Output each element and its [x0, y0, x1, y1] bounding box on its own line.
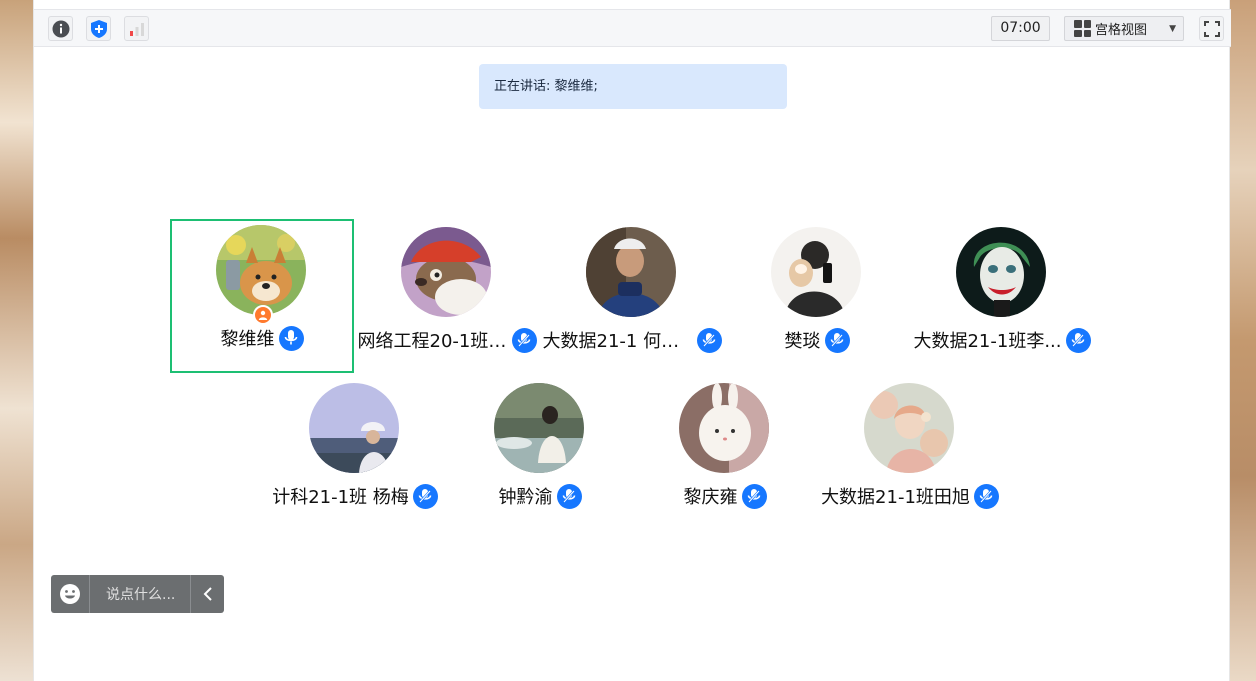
speaking-indicator: 正在讲话: 黎维维;: [479, 64, 787, 109]
microphone-active-icon[interactable]: [741, 483, 767, 509]
avatar: [586, 227, 676, 317]
participant-name: 钟黔渝: [498, 487, 553, 508]
emoji-button[interactable]: [51, 575, 90, 613]
microphone-active-icon[interactable]: [824, 327, 850, 353]
collapse-chat-button[interactable]: [190, 575, 224, 613]
participant-tile[interactable]: 大数据21-1班田旭: [818, 377, 1002, 531]
microphone-active-icon[interactable]: [1065, 327, 1091, 353]
top-toolbar: 07:00 宫格视图 ▼: [34, 9, 1231, 47]
desktop-background-left: [0, 0, 33, 681]
participant-name: 樊琰: [784, 331, 821, 352]
host-person-icon: [258, 310, 268, 320]
signal-strength-icon: [129, 22, 144, 36]
participant-name: 大数据21-1班李...: [913, 331, 1062, 352]
participant-name: 黎庆雍: [683, 487, 738, 508]
participant-name: 大数据21-1班田旭: [821, 487, 970, 508]
chat-input[interactable]: 说点什么...: [90, 584, 190, 604]
shield-icon: [90, 19, 107, 38]
avatar: [494, 383, 584, 473]
participant-tile[interactable]: 大数据21-1班李...: [910, 221, 1094, 375]
participant-tile[interactable]: 钟黔渝: [448, 377, 632, 531]
participant-tile[interactable]: 网络工程20-1班 ...: [355, 221, 539, 375]
avatar: [956, 227, 1046, 317]
participant-name: 大数据21-1 何佳...: [542, 331, 693, 352]
caret-down-icon: ▼: [1169, 23, 1176, 34]
participant-name: 计科21-1班 杨梅: [272, 487, 409, 508]
host-badge: [253, 305, 273, 325]
microphone-active-icon[interactable]: [556, 483, 582, 509]
participant-name: 网络工程20-1班 ...: [357, 331, 508, 352]
microphone-on-icon[interactable]: [278, 325, 304, 351]
avatar: [679, 383, 769, 473]
chevron-left-icon: [203, 587, 212, 601]
avatar: [309, 383, 399, 473]
view-mode-select[interactable]: 宫格视图 ▼: [1064, 16, 1184, 41]
participant-name: 黎维维: [220, 329, 275, 350]
desktop-background-right: [1230, 0, 1256, 681]
smiley-icon: [60, 584, 80, 604]
meeting-timer: 07:00: [991, 16, 1050, 41]
fullscreen-button[interactable]: [1199, 16, 1224, 41]
avatar: [401, 227, 491, 317]
info-icon: [52, 20, 69, 37]
participant-tile[interactable]: 计科21-1班 杨梅: [263, 377, 447, 531]
security-button[interactable]: [86, 16, 111, 41]
meeting-window: 07:00 宫格视图 ▼ 正在讲话: 黎维维; 黎维维 网络工程20-1班 ..…: [33, 0, 1231, 681]
chat-input-bar: 说点什么...: [51, 575, 224, 613]
avatar: [864, 383, 954, 473]
avatar: [216, 225, 306, 315]
meeting-info-button[interactable]: [48, 16, 73, 41]
participant-tile[interactable]: 大数据21-1 何佳...: [540, 221, 724, 375]
network-status-button[interactable]: [124, 16, 149, 41]
grid-view-icon: [1074, 20, 1091, 37]
participant-tile[interactable]: 樊琰: [725, 221, 909, 375]
microphone-active-icon[interactable]: [973, 483, 999, 509]
participant-tile[interactable]: 黎庆雍: [633, 377, 817, 531]
view-mode-label: 宫格视图: [1095, 23, 1148, 38]
fullscreen-icon: [1203, 20, 1220, 37]
participant-tile[interactable]: 黎维维: [170, 219, 354, 373]
avatar: [771, 227, 861, 317]
